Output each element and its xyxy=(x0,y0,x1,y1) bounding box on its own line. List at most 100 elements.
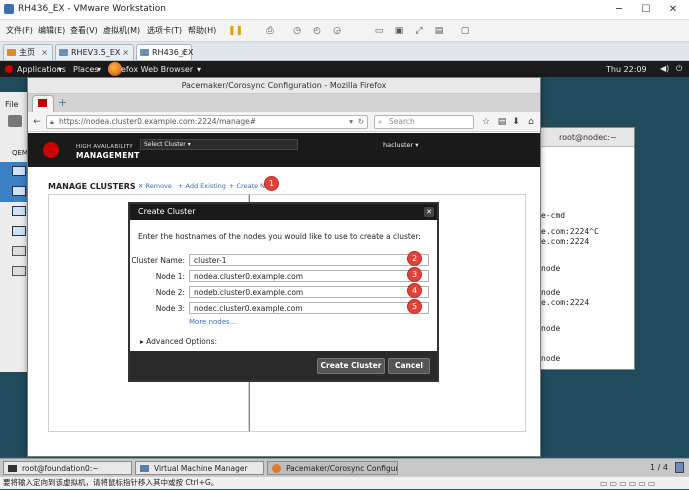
active-app-menu[interactable]: efox Web Browser xyxy=(121,65,193,74)
menu-vm[interactable]: 虚拟机(M) xyxy=(103,25,140,36)
brand-line-1: HIGH AVAILABILITY xyxy=(76,144,133,150)
more-nodes-link[interactable]: More nodes... xyxy=(189,318,236,326)
vm-monitor-icon xyxy=(12,186,26,196)
task-firefox[interactable]: Pacemaker/Corosync Configuratio... xyxy=(267,461,398,475)
url-bar[interactable]: 🔒︎ https://nodea.cluster0.example.com:22… xyxy=(46,115,368,129)
console-view-icon[interactable]: ▢ xyxy=(458,24,472,38)
terminal-line: e.com:2224 xyxy=(541,237,590,246)
revert-snapshot-icon[interactable]: ◴ xyxy=(310,24,324,38)
tab-home[interactable]: 主页 × xyxy=(3,44,53,60)
tab-rhev[interactable]: RHEV3.5_EX × xyxy=(55,44,134,60)
firefox-icon xyxy=(108,62,122,76)
firefox-nav-bar: ← 🔒︎ https://nodea.cluster0.example.com:… xyxy=(28,112,551,132)
vm-monitor-icon xyxy=(12,206,26,216)
terminal-title-bar: root@nodec:~ xyxy=(541,128,634,147)
device-icons[interactable]: ▭▭▭▭▭▭ xyxy=(600,478,657,490)
select-cluster-label: Select Cluster xyxy=(144,141,186,148)
firefox-tab-strip: + xyxy=(28,94,540,112)
send-keys-icon[interactable]: ⎙ xyxy=(263,24,277,38)
pcs-header: HIGH AVAILABILITY MANAGEMENT Select Clus… xyxy=(28,133,540,167)
advanced-options-toggle[interactable]: ▸ Advanced Options: xyxy=(140,337,217,346)
home-icon[interactable]: ⌂ xyxy=(525,116,537,128)
annotation-badge-4: 4 xyxy=(408,284,421,297)
vm-monitor-icon xyxy=(12,266,26,276)
menu-file[interactable]: 文件(F) xyxy=(6,25,33,36)
menu-view[interactable]: 查看(V) xyxy=(70,25,98,36)
downloads-icon[interactable]: ⬇ xyxy=(510,116,522,128)
terminal-window: root@nodec:~ e-cmd e.com:2224^C e.com:22… xyxy=(540,127,635,370)
remove-link[interactable]: ✕ Remove xyxy=(138,182,172,190)
home-icon xyxy=(7,49,16,56)
fullscreen-icon[interactable]: ⤢ xyxy=(412,24,426,38)
new-vm-icon[interactable] xyxy=(8,115,22,127)
clock[interactable]: Thu 22:09 xyxy=(606,65,647,74)
close-tab-icon[interactable]: × xyxy=(41,45,48,60)
minimize-icon[interactable]: ─ xyxy=(605,2,633,17)
close-icon[interactable]: ✕ xyxy=(659,2,687,17)
back-icon[interactable]: ← xyxy=(31,116,43,128)
vm-icon xyxy=(59,49,68,56)
menu-tabs[interactable]: 选项卡(T) xyxy=(147,25,182,36)
dialog-instructions: Enter the hostnames of the nodes you wou… xyxy=(138,232,421,241)
annotation-badge-1: 1 xyxy=(265,177,278,190)
page-title: MANAGE CLUSTERS xyxy=(48,182,136,191)
brand-line-2: MANAGEMENT xyxy=(76,151,140,160)
workspace-indicator[interactable] xyxy=(675,462,684,473)
virt-file-menu[interactable]: File xyxy=(5,100,18,109)
maximize-icon[interactable]: ☐ xyxy=(632,2,660,17)
firefox-title-bar: Pacemaker/Corosync Configuration - Mozil… xyxy=(28,78,540,94)
reload-icon[interactable]: ↻ xyxy=(358,116,364,128)
tab-rh436[interactable]: RH436_EX × xyxy=(136,44,194,60)
node2-label: Node 2: xyxy=(155,288,185,297)
cluster-name-label: Cluster Name: xyxy=(131,256,185,265)
task-label: Virtual Machine Manager xyxy=(154,464,248,473)
menu-edit[interactable]: 编辑(E) xyxy=(38,25,65,36)
cluster-name-input[interactable]: cluster-1 xyxy=(189,254,429,266)
search-input[interactable]: ⌕ Search xyxy=(374,115,474,129)
node2-input[interactable]: nodeb.cluster0.example.com xyxy=(189,286,429,298)
tab-label: RH436_EX xyxy=(152,48,194,57)
pause-icon[interactable]: ❚❚ xyxy=(228,24,243,38)
workspace-pager[interactable]: 1 / 4 xyxy=(650,463,668,472)
snapshot-manager-icon[interactable]: ◶ xyxy=(330,24,344,38)
vm-monitor-icon xyxy=(12,166,26,176)
add-existing-link[interactable]: + Add Existing xyxy=(178,182,226,190)
sidebar-toggle-icon[interactable]: ▭ xyxy=(372,24,386,38)
remove-label: Remove xyxy=(145,182,172,190)
task-virt-manager[interactable]: Virtual Machine Manager xyxy=(135,461,264,475)
node3-input[interactable]: nodec.cluster0.example.com xyxy=(189,302,429,314)
close-tab-icon[interactable]: × xyxy=(180,45,187,60)
select-cluster-dropdown[interactable]: Select Cluster ▾ xyxy=(140,139,298,150)
remove-x-icon: ✕ xyxy=(138,182,146,190)
thumbnail-icon[interactable]: ▣ xyxy=(392,24,406,38)
places-menu[interactable]: Places xyxy=(73,65,98,74)
node3-label: Node 3: xyxy=(155,304,185,313)
reading-list-icon[interactable]: ▤ xyxy=(496,116,508,128)
user-menu[interactable]: hacluster ▾ xyxy=(383,141,419,149)
url-text: https://nodea.cluster0.example.com:2224/… xyxy=(59,117,256,126)
close-icon[interactable]: ✕ xyxy=(424,207,434,217)
snapshot-icon[interactable]: ◷ xyxy=(290,24,304,38)
search-icon: ⌕ xyxy=(378,117,383,126)
active-app-arrow-icon: ▾ xyxy=(197,65,202,74)
dropdown-icon[interactable]: ▾ xyxy=(349,116,353,128)
virt-column-header: QEM xyxy=(12,149,28,157)
unity-icon[interactable]: ▤ xyxy=(432,24,446,38)
close-tab-icon[interactable]: × xyxy=(122,45,129,60)
vmware-app-icon xyxy=(4,4,14,14)
create-cluster-button[interactable]: Create Cluster xyxy=(317,358,385,374)
power-icon[interactable]: ⏻ xyxy=(676,64,682,74)
firefox-icon xyxy=(272,464,281,473)
hamburger-menu-icon[interactable]: ≡ xyxy=(541,116,553,128)
menu-help[interactable]: 帮助(H) xyxy=(188,25,216,36)
task-label: root@foundation0:~ xyxy=(22,464,99,473)
volume-icon[interactable]: ◀) xyxy=(660,64,669,73)
new-tab-icon[interactable]: + xyxy=(58,96,67,109)
bookmark-star-icon[interactable]: ☆ xyxy=(480,116,492,128)
cancel-button[interactable]: Cancel xyxy=(388,358,430,374)
plus-icon: + xyxy=(178,182,186,190)
user-name: hacluster xyxy=(383,141,414,149)
node1-input[interactable]: nodea.cluster0.example.com xyxy=(189,270,429,282)
terminal-line: node xyxy=(541,354,561,363)
task-terminal[interactable]: root@foundation0:~ xyxy=(3,461,132,475)
